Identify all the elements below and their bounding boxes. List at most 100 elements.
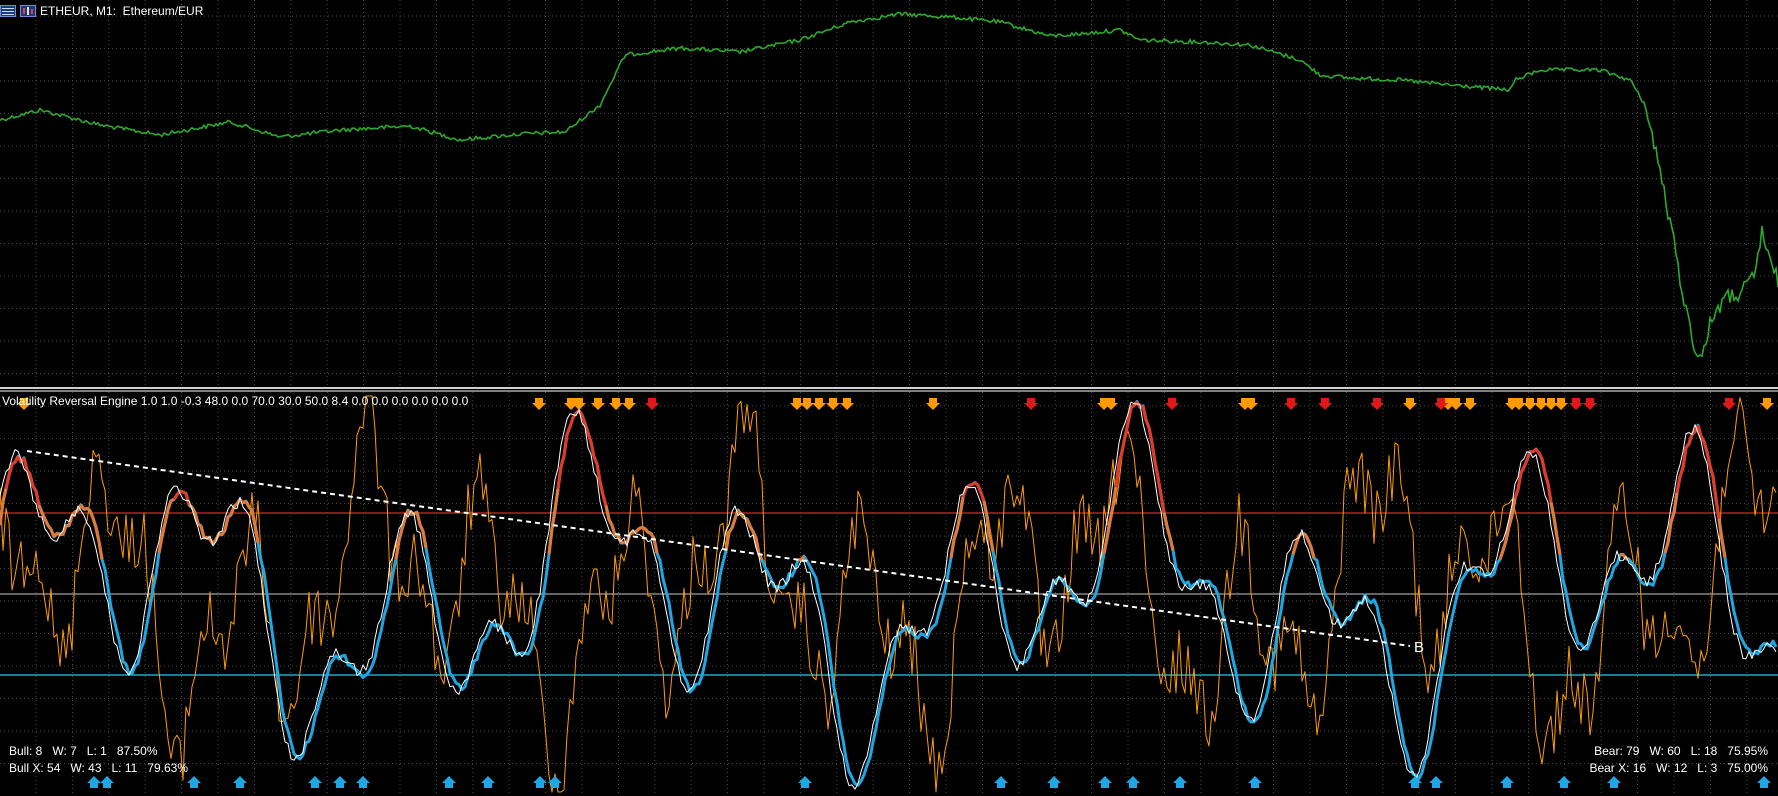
buy-signal-arrow-icon: [533, 776, 547, 788]
oscillator-series-red: [979, 492, 986, 502]
oscillator-series-red: [46, 524, 53, 531]
oscillator-series-red: [1513, 488, 1520, 500]
oscillator-series-red: [1540, 458, 1547, 474]
oscillator-series-red: [598, 480, 605, 496]
price-line: [0, 11, 1778, 358]
oscillator-series-red: [604, 505, 611, 520]
oscillator-series-red: [244, 500, 251, 508]
oscillator-series-red: [1159, 494, 1166, 513]
bear-signal-arrow-icon: [645, 398, 659, 410]
oscillator-series-blue: [0, 400, 1778, 787]
chart-title-bar: ETHEUR, M1: Ethereum/EUR: [0, 3, 203, 19]
bull-signal-arrow-icon: [840, 398, 854, 410]
oscillator-series-red: [43, 518, 50, 527]
oscillator-series-red: [955, 515, 962, 531]
bull-signal-arrow-icon: [622, 398, 636, 410]
oscillator-series-red: [1720, 539, 1727, 558]
buy-signal-arrow-icon: [1173, 776, 1187, 788]
oscillator-series-red: [799, 555, 806, 561]
oscillator-series-red: [982, 500, 989, 517]
buy-signal-arrow-icon: [548, 776, 562, 788]
buy-signal-arrow-icon: [87, 776, 101, 788]
buy-signal-arrow-icon: [798, 776, 812, 788]
buy-signal-arrow-icon: [333, 776, 347, 788]
oscillator-series-red: [88, 509, 95, 519]
oscillator-series-red: [1663, 542, 1670, 554]
buy-signal-arrow-icon: [187, 776, 201, 788]
oscillator-series-red: [1144, 419, 1151, 429]
oscillator-series-red: [184, 493, 191, 506]
buy-signal-arrow-icon: [1429, 776, 1443, 788]
bull-x-stats: Bull X: 54 W: 43 L: 11 79.63%: [9, 761, 188, 775]
buy-signal-arrow-icon: [1557, 776, 1571, 788]
oscillator-series-red: [179, 489, 184, 494]
oscillator-series-red: [1675, 476, 1682, 493]
oscillator-series-red: [86, 507, 91, 512]
bull-signal-arrow-icon: [1463, 398, 1477, 410]
oscillator-series-red: [1543, 472, 1550, 485]
oscillator-series-red: [1501, 540, 1508, 551]
buy-signal-arrow-icon: [1757, 776, 1771, 788]
oscillator-series-red: [182, 490, 187, 495]
oscillator-series-red: [592, 455, 599, 465]
indicator-label: Volatility Reversal Engine 1.0 1.0 -0.3 …: [2, 394, 469, 408]
oscillator-series-red: [37, 504, 44, 514]
oscillator-series-red: [968, 483, 973, 487]
oscillator-series-red: [1555, 536, 1562, 555]
oscillator-series-red: [163, 509, 170, 524]
oscillator-series-red: [1303, 533, 1310, 541]
oscillator-series-red: [610, 524, 617, 536]
oscillator-series-red: [730, 518, 737, 529]
bear-x-stats: Bear X: 16 W: 12 L: 3 75.00%: [1589, 761, 1768, 775]
oscillator-series-red: [1708, 465, 1715, 477]
bull-signal-arrow-icon: [826, 398, 840, 410]
chart-window-icon[interactable]: [0, 5, 16, 17]
oscillator-series-red: [1130, 404, 1135, 409]
oscillator-series-red: [638, 525, 643, 531]
bull-signal-arrow-icon: [532, 398, 546, 410]
oscillator-series-red: [1147, 427, 1154, 444]
oscillator-series-red: [976, 484, 983, 494]
bull-signal-arrow-icon: [609, 398, 623, 410]
bull-signal-arrow-icon: [1403, 398, 1417, 410]
oscillator-series-red: [649, 532, 656, 540]
oscillator-series-red: [556, 466, 563, 490]
bear-signal-arrow-icon: [1318, 398, 1332, 410]
oscillator-series-red: [1669, 512, 1676, 523]
oscillator-series-red: [1291, 543, 1298, 555]
bull-signal-arrow-icon: [591, 398, 605, 410]
oscillator-series-red: [952, 529, 959, 540]
oscillator-series-red: [1537, 452, 1544, 460]
oscillator-series-red: [160, 522, 167, 537]
oscillator-series-red: [634, 527, 641, 533]
oscillator-series-red: [1165, 525, 1172, 538]
chart-type-icon[interactable]: [20, 5, 36, 17]
oscillator-series-red: [1153, 461, 1160, 478]
oscillator-series-red: [1519, 466, 1526, 474]
oscillator-series-red: [415, 511, 422, 526]
oscillator-series-red: [1294, 535, 1301, 545]
oscillator-series-red: [223, 516, 230, 531]
bull-stats: Bull: 8 W: 7 L: 1 87.50%: [9, 744, 158, 758]
bear-signal-arrow-icon: [1569, 398, 1583, 410]
oscillator-series-red: [1546, 483, 1553, 503]
oscillator-series-red: [247, 506, 254, 512]
bear-signal-arrow-icon: [1284, 398, 1298, 410]
oscillator-series-red: [1498, 549, 1505, 560]
oscillator-series-red: [1702, 441, 1709, 453]
oscillator-series-red: [1552, 517, 1559, 538]
oscillator-series-red: [22, 457, 29, 471]
oscillator-series-red: [1306, 538, 1313, 548]
buy-signal-arrow-icon: [356, 776, 370, 788]
oscillator-series-red: [580, 414, 587, 425]
oscillator-series-red: [559, 455, 566, 468]
oscillator-series-red: [1522, 459, 1529, 468]
oscillator-series-red: [652, 538, 659, 554]
oscillator-series-red: [1123, 422, 1130, 438]
buy-signal-arrow-icon: [1248, 776, 1262, 788]
bear-stats: Bear: 79 W: 60 L: 18 75.95%: [1594, 744, 1768, 758]
oscillator-series-red: [1678, 467, 1685, 478]
oscillator-series-red: [1102, 537, 1109, 554]
bear-signal-arrow-icon: [1722, 398, 1736, 410]
oscillator-series-red: [586, 432, 593, 443]
